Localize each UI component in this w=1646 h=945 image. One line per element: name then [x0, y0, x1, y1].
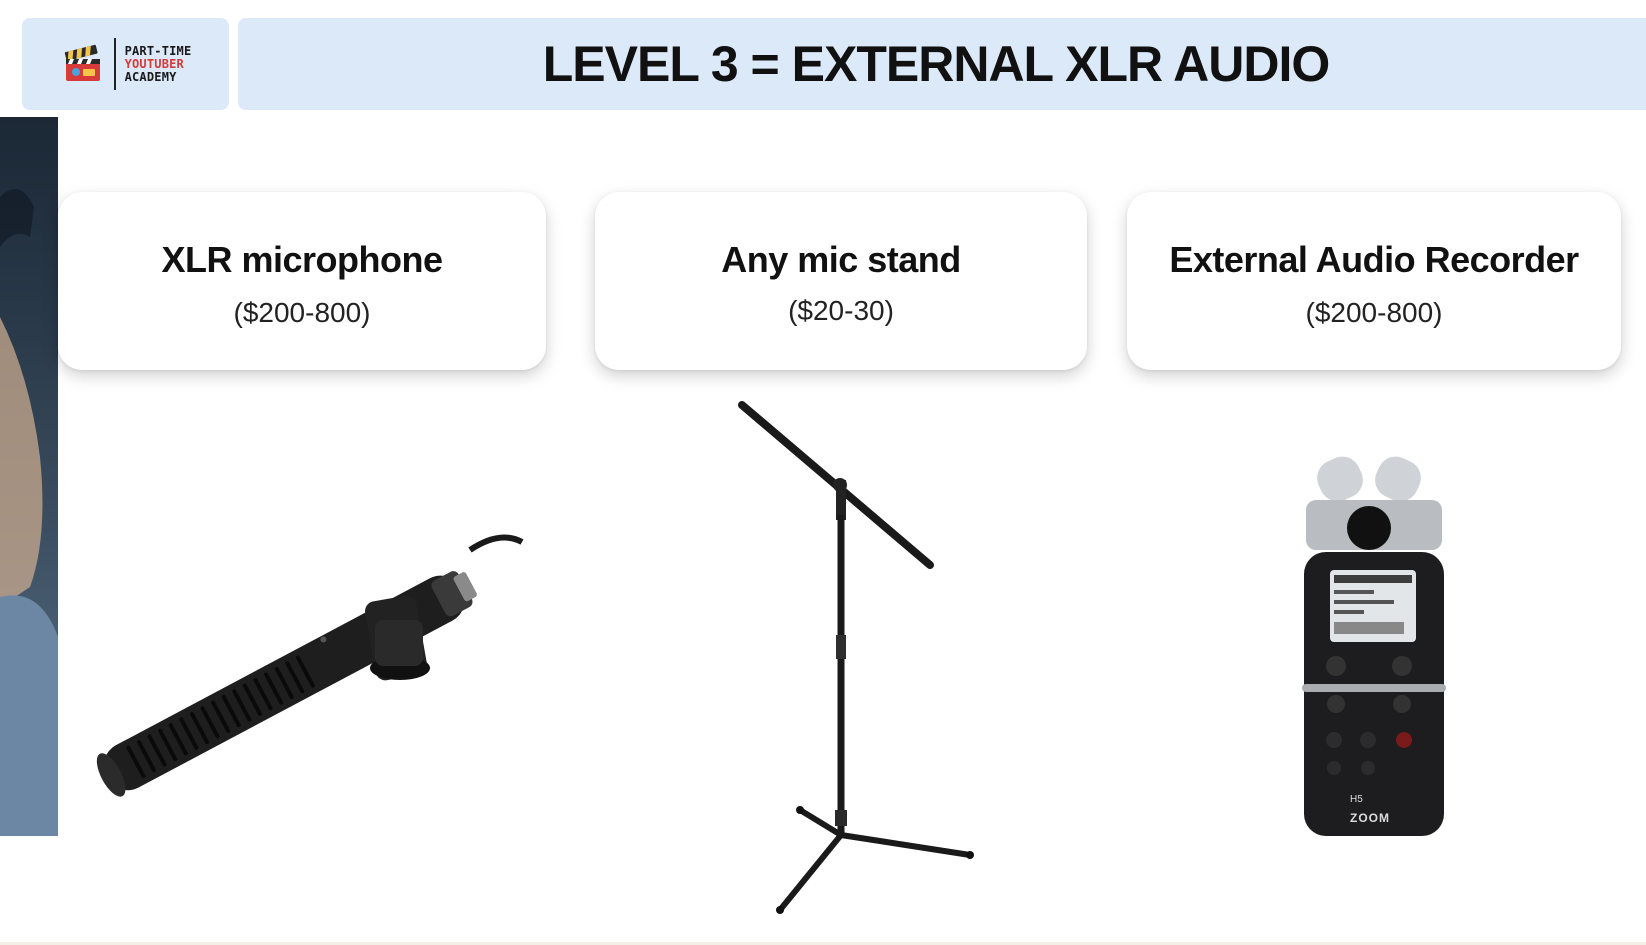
card-title: XLR microphone [161, 239, 443, 280]
presenter-video-strip [0, 117, 58, 836]
card-price: ($200-800) [233, 297, 371, 328]
card-title: External Audio Recorder [1169, 239, 1579, 280]
logo-line-1: PART-TIME [124, 43, 192, 58]
mic-stand-image [738, 401, 974, 914]
logo-line-2: YOUTUBER [124, 56, 184, 71]
card-audio-recorder: External Audio Recorder ($200-800) [1127, 192, 1621, 370]
card-mic-stand: Any mic stand ($20-30) [595, 192, 1087, 370]
audio-recorder-image: H5 ZOOM [1302, 456, 1446, 836]
academy-logo: PART-TIME YOUTUBER ACADEMY [22, 18, 229, 110]
logo-line-3: ACADEMY [124, 69, 177, 84]
shotgun-microphone-image [96, 534, 524, 797]
card-title: Any mic stand [721, 239, 961, 280]
logo-divider [113, 38, 116, 90]
card-price: ($200-800) [1305, 297, 1443, 328]
recorder-model-label: H5 [1350, 794, 1363, 805]
title-banner: LEVEL 3 = EXTERNAL XLR AUDIO [238, 18, 1646, 110]
film-clapper-icon [64, 44, 100, 81]
slide-title: LEVEL 3 = EXTERNAL XLR AUDIO [542, 36, 1331, 92]
logo-wordmark: PART-TIME YOUTUBER ACADEMY [124, 43, 192, 84]
recorder-brand-label: ZOOM [1350, 811, 1390, 825]
card-xlr-microphone: XLR microphone ($200-800) [58, 192, 546, 370]
card-price: ($20-30) [788, 295, 894, 326]
presenter-silhouette [0, 189, 58, 836]
